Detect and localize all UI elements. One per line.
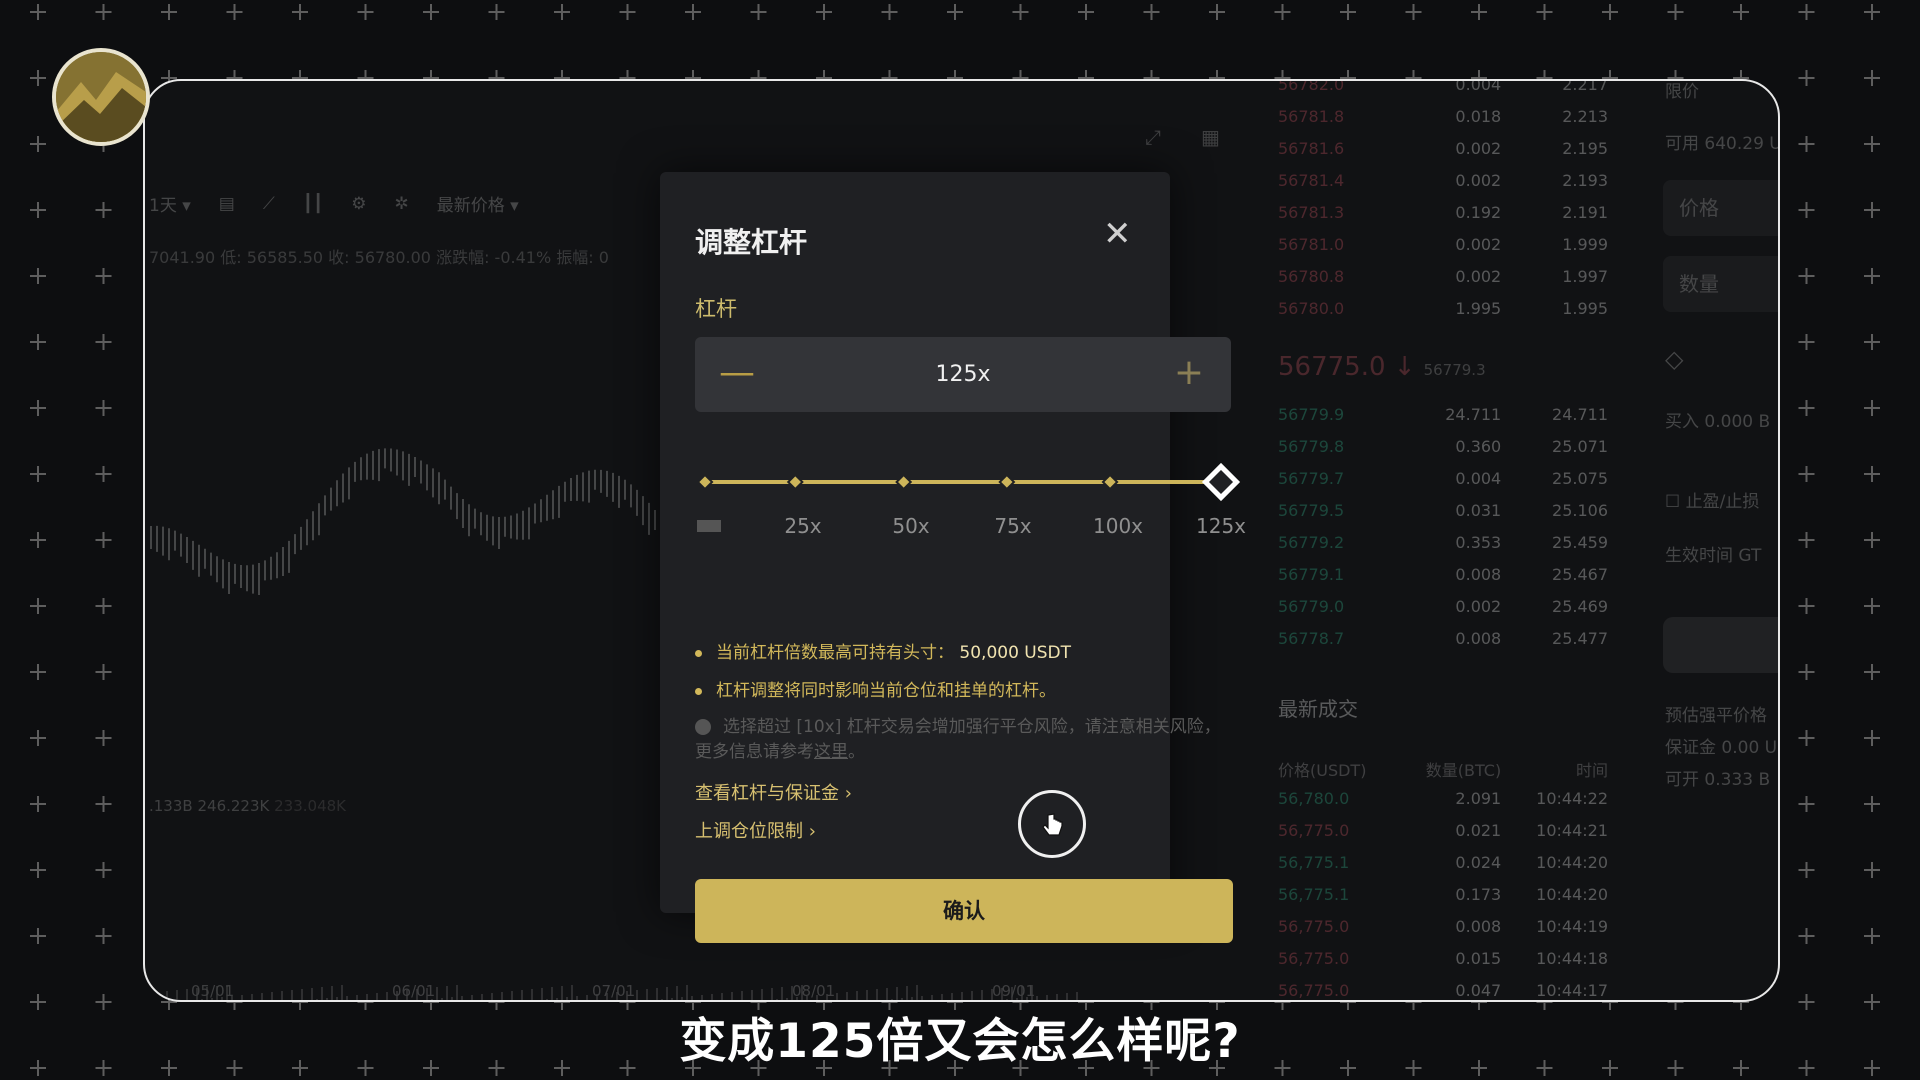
trade-row: 56,780.0 2.091 10:44:22	[1278, 789, 1608, 808]
slider-handle	[1201, 462, 1241, 502]
slider-diamond-icon[interactable]: ◇	[1665, 345, 1683, 373]
video-subtitle: 变成125倍又会怎么样呢?	[679, 1014, 1241, 1069]
available-balance: 可用 640.29 U	[1665, 134, 1780, 154]
slider-tick-label[interactable]: 75x	[994, 514, 1031, 538]
margin: 保证金 0.00 U	[1665, 738, 1778, 758]
confirm-button[interactable]: 确认	[695, 879, 1233, 943]
trade-row: 56,775.0 0.047 10:44:17	[1278, 981, 1608, 1000]
orderbook-row[interactable]: 56779.5 0.031 25.106	[1278, 501, 1608, 533]
modal-title: 调整杠杆	[695, 226, 808, 259]
tpsl-checkbox[interactable]: ☐ 止盈/止损	[1665, 487, 1759, 512]
trade-row: 56,775.0 0.021 10:44:21	[1278, 821, 1608, 840]
trades-title: 最新成交	[1278, 697, 1358, 721]
orderbook-row[interactable]: 56779.1 0.008 25.467	[1278, 565, 1608, 597]
orderbook-row[interactable]: 56779.8 0.360 25.071	[1278, 437, 1608, 469]
expand-icon[interactable]: ⤢	[1145, 125, 1161, 149]
orderbook-row[interactable]: 56781.0 0.002 1.999	[1278, 235, 1608, 267]
view-leverage-margin-link[interactable]: 查看杠杆与保证金 ›	[695, 779, 852, 805]
close-icon[interactable]: ✕	[1103, 217, 1132, 251]
trades-header: 价格(USDT) 数量(BTC) 时间	[1278, 761, 1608, 780]
slider-stop	[786, 473, 804, 491]
trade-row: 56,775.1 0.173 10:44:20	[1278, 885, 1608, 904]
plus-icon[interactable]: +	[1169, 351, 1209, 395]
xaxis-label: 05/01	[191, 982, 235, 1000]
volume-stats: .133B 246.223K 233.048K	[149, 797, 347, 815]
info-icon	[695, 719, 711, 735]
candle-icon[interactable]: ┃┃	[303, 194, 323, 214]
max-position-note: 当前杠杆倍数最高可持有头寸： 50,000 USDT	[695, 638, 1071, 663]
cursor-highlight	[1018, 790, 1086, 858]
settings-icon[interactable]: ✲	[394, 194, 408, 214]
orderbook-row[interactable]: 56780.8 0.002 1.997	[1278, 267, 1608, 299]
can-open: 可开 0.333 B	[1665, 770, 1771, 790]
leverage-label: 杠杆	[695, 297, 737, 321]
trade-row: 56,775.0 0.008 10:44:19	[1278, 917, 1608, 936]
grid-icon[interactable]: ▦	[1201, 125, 1220, 149]
indicator-icon[interactable]: ⚙	[351, 194, 366, 214]
leverage-effect-note: 杠杆调整将同时影响当前仓位和挂单的杠杆。	[695, 676, 1056, 701]
buy-amount: 买入 0.000 B	[1665, 412, 1771, 432]
leverage-value[interactable]: 125x	[695, 337, 1231, 412]
leverage-slider[interactable]	[695, 462, 1255, 502]
orderbook-row[interactable]: 56779.7 0.004 25.075	[1278, 469, 1608, 501]
orderbook-row[interactable]: 56778.7 0.008 25.477	[1278, 629, 1608, 661]
time-in-force[interactable]: 生效时间 GT	[1665, 541, 1761, 566]
slider-stop	[696, 473, 714, 491]
qty-input[interactable]: 数量	[1663, 256, 1778, 312]
orderbook-row[interactable]: 56781.6 0.002 2.195	[1278, 139, 1608, 171]
slider-stop	[1101, 473, 1119, 491]
calendar-icon[interactable]: ▤	[219, 194, 235, 214]
mid-price: 56775.0 ↓ 56779.3	[1278, 352, 1486, 382]
orderbook-row[interactable]: 56781.8 0.018 2.213	[1278, 107, 1608, 139]
xaxis-label: 09/01	[992, 982, 1036, 1000]
limit-tab[interactable]: 限价	[1665, 81, 1699, 102]
raise-position-limit-link[interactable]: 上调仓位限制 ›	[695, 817, 816, 843]
open-position-button[interactable]: 开	[1663, 617, 1778, 673]
orderbook-row[interactable]: 56781.4 0.002 2.193	[1278, 171, 1608, 203]
channel-logo	[52, 48, 150, 146]
trade-row: 56,775.1 0.024 10:44:20	[1278, 853, 1608, 872]
slider-tick-label[interactable]: 50x	[892, 514, 929, 538]
chart-toolbar: 1天 ▾ ▤ ⟋ ┃┃ ⚙ ✲ 最新价格 ▾	[149, 191, 519, 217]
orderbook-row[interactable]: 56782.0 0.004 2.217	[1278, 81, 1608, 107]
slider-tick-label[interactable]: 125x	[1196, 514, 1246, 538]
xaxis-label: 08/01	[792, 982, 836, 1000]
risk-warning: 选择超过 [10x] 杠杆交易会增加强行平仓风险，请注意相关风险，更多信息请参考…	[695, 717, 1221, 762]
orderbook-row[interactable]: 56779.9 24.711 24.711	[1278, 405, 1608, 437]
slider-stop	[895, 473, 913, 491]
orderbook-row[interactable]: 56781.3 0.192 2.191	[1278, 203, 1608, 235]
orderbook-row[interactable]: 56779.2 0.353 25.459	[1278, 533, 1608, 565]
orderbook-row[interactable]: 56780.0 1.995 1.995	[1278, 299, 1608, 331]
leverage-stepper: — 125x +	[695, 337, 1231, 412]
price-input[interactable]: 价格	[1663, 180, 1778, 236]
leverage-modal: 调整杠杆 ✕ 杠杆 — 125x + 25x 50x 75x 100x 125x…	[660, 172, 1246, 943]
slider-tick-label[interactable]: 100x	[1093, 514, 1143, 538]
line-tool-icon[interactable]: ⟋	[263, 194, 275, 214]
ohlc-readout: 7041.90 低: 56585.50 收: 56780.00 涨跌幅: -0.…	[149, 248, 609, 267]
slider-min-marker	[697, 520, 721, 532]
slider-tick-label[interactable]: 25x	[784, 514, 821, 538]
candles	[150, 448, 662, 595]
price-type-select[interactable]: 最新价格 ▾	[437, 191, 519, 216]
orderbook-row[interactable]: 56779.0 0.002 25.469	[1278, 597, 1608, 629]
warning-link[interactable]: 这里	[814, 742, 848, 762]
chart-top-icons: ⤢ ▦	[1145, 125, 1220, 149]
slider-stop	[998, 473, 1016, 491]
interval-select[interactable]: 1天 ▾	[149, 191, 191, 216]
trade-row: 56,775.0 0.015 10:44:18	[1278, 949, 1608, 968]
liq-price: 预估强平价格	[1665, 706, 1767, 726]
xaxis-label: 07/01	[592, 982, 636, 1000]
video-frame: ⤢ ▦ 1天 ▾ ▤ ⟋ ┃┃ ⚙ ✲ 最新价格 ▾ 7041.90 低: 56…	[143, 79, 1780, 1002]
xaxis-label: 06/01	[392, 982, 436, 1000]
